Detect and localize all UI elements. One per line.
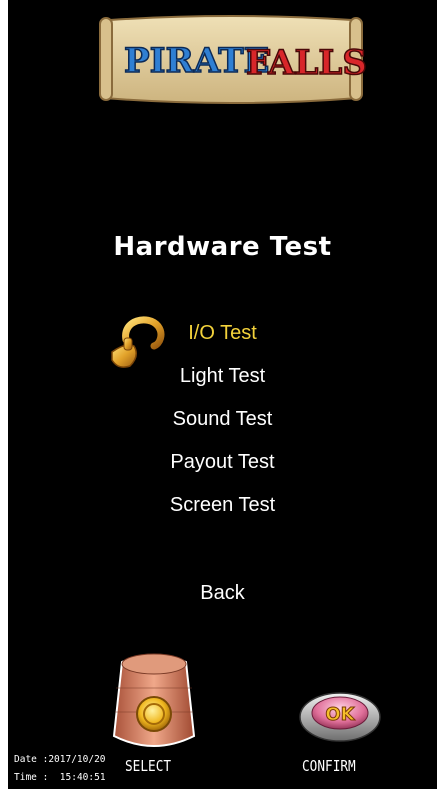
menu-item-i-o-test[interactable]: I/O Test — [8, 322, 437, 345]
time-row: Time : 15:40:51 — [14, 769, 106, 787]
datetime-readout: Date :2017/10/20 Time : 15:40:51 — [14, 751, 106, 787]
page-title: Hardware Test — [113, 232, 332, 262]
logo-word-falls: FALLS — [246, 43, 366, 83]
date-label: Date : — [14, 754, 49, 765]
select-button[interactable] — [108, 648, 200, 758]
select-knob-icon — [112, 653, 196, 747]
ok-icon-text: OK — [325, 704, 355, 725]
back-menu-item[interactable]: Back — [8, 582, 437, 605]
time-value: 15:40:51 — [59, 772, 106, 783]
menu-item-light-test[interactable]: Light Test — [8, 365, 437, 388]
select-label: SELECT — [125, 757, 172, 775]
time-label: Time : — [14, 772, 49, 783]
hardware-test-screen: PIRATE FALLS Hardware Test I/O Test Light… — [8, 0, 437, 789]
confirm-button[interactable]: OK — [298, 685, 382, 743]
date-row: Date :2017/10/20 — [14, 751, 106, 769]
confirm-label: CONFIRM — [302, 757, 356, 775]
menu-item-payout-test[interactable]: Payout Test — [8, 451, 437, 474]
menu-item-screen-test[interactable]: Screen Test — [8, 494, 437, 517]
date-value: 2017/10/20 — [48, 754, 106, 765]
menu-item-sound-test[interactable]: Sound Test — [8, 408, 437, 431]
logo-scroll: PIRATE FALLS — [99, 15, 366, 104]
game-logo: PIRATE FALLS — [96, 10, 366, 110]
ok-button-icon: OK — [299, 692, 381, 742]
